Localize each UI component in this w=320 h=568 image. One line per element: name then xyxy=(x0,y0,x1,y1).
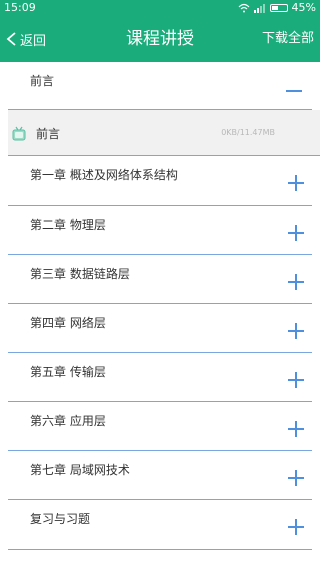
section-label: 第五章 传输层 xyxy=(30,365,106,379)
section-label: 第四章 网络层 xyxy=(30,316,106,330)
expand-icon[interactable] xyxy=(286,419,306,439)
back-label: 返回 xyxy=(20,33,47,49)
tv-icon xyxy=(12,126,26,141)
section-label: 第三章 数据链路层 xyxy=(30,267,130,281)
lesson-item[interactable]: 前言 0KB/11.47MB xyxy=(8,110,320,156)
section-row[interactable]: 前言 xyxy=(8,62,312,110)
lesson-size: 0KB/11.47MB xyxy=(221,128,275,137)
collapse-icon[interactable] xyxy=(284,81,304,101)
section-label: 第七章 局域网技术 xyxy=(30,463,130,477)
battery-percent: 45% xyxy=(291,1,316,14)
section-row[interactable]: 第七章 局域网技术 xyxy=(8,451,312,500)
status-bar: 15:09 45% xyxy=(0,0,320,16)
section-row[interactable]: 第五章 传输层 xyxy=(8,353,312,402)
back-button[interactable]: 返回 xyxy=(4,16,46,62)
expand-icon[interactable] xyxy=(286,370,306,390)
section-row[interactable]: 第四章 网络层 xyxy=(8,304,312,353)
status-time: 15:09 xyxy=(4,1,36,14)
section-label: 第一章 概述及网络体系结构 xyxy=(30,168,178,182)
section-label: 复习与习题 xyxy=(30,512,91,526)
chevron-left-icon xyxy=(6,32,16,46)
expand-icon[interactable] xyxy=(286,272,306,292)
section-label: 第六章 应用层 xyxy=(30,414,106,428)
section-row[interactable]: 第二章 物理层 xyxy=(8,206,312,255)
expand-icon[interactable] xyxy=(286,173,306,193)
section-label: 第二章 物理层 xyxy=(30,218,106,232)
expand-icon[interactable] xyxy=(286,517,306,537)
section-row[interactable]: 第六章 应用层 xyxy=(8,402,312,451)
section-label: 前言 xyxy=(30,74,55,88)
section-row[interactable]: 复习与习题 xyxy=(8,500,312,550)
expand-icon[interactable] xyxy=(286,321,306,341)
expand-icon[interactable] xyxy=(286,468,306,488)
battery-icon xyxy=(269,3,288,12)
section-row[interactable]: 第一章 概述及网络体系结构 xyxy=(8,156,312,206)
status-indicators: 45% xyxy=(238,1,316,14)
download-all-button[interactable]: 下载全部 xyxy=(262,16,314,62)
section-row[interactable]: 第三章 数据链路层 xyxy=(8,255,312,304)
chapter-list: 前言 前言 0KB/11.47MB 第一章 概述及网络体系结构 第二章 物理层 … xyxy=(0,62,320,550)
expand-icon[interactable] xyxy=(286,223,306,243)
title-bar: 返回 课程讲授 下载全部 xyxy=(0,16,320,62)
signal-icon xyxy=(253,3,265,13)
wifi-icon xyxy=(238,3,249,12)
lesson-label: 前言 xyxy=(36,127,61,141)
